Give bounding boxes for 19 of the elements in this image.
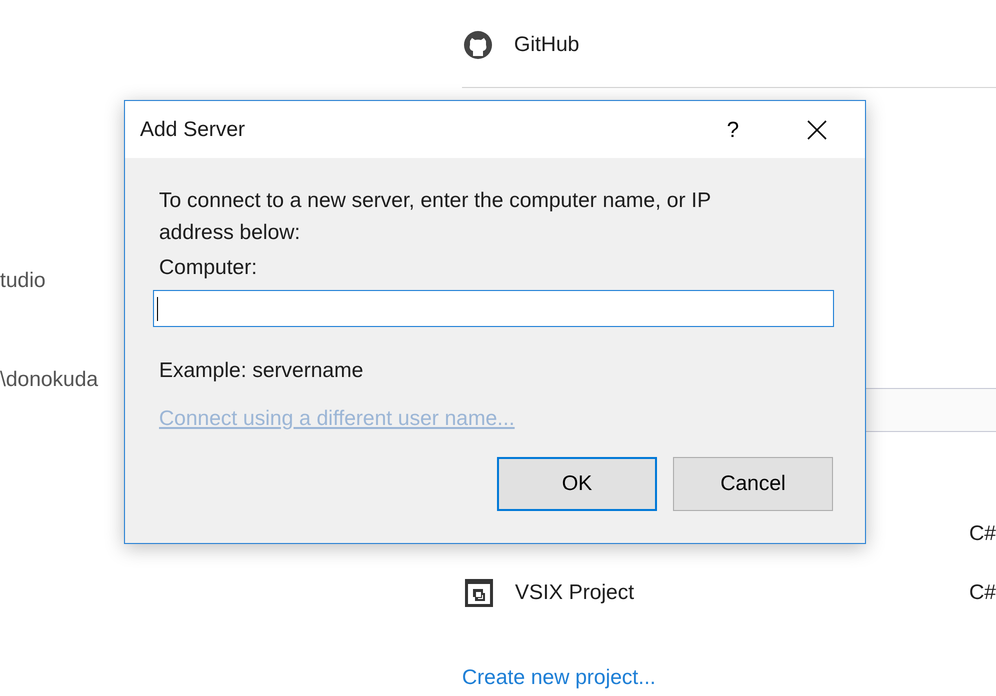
project-name[interactable]: VSIX Project <box>515 581 634 605</box>
field-label: Computer: <box>159 255 258 281</box>
dialog-message: To connect to a new server, enter the computer name, or IP address below: <box>159 188 712 246</box>
close-button[interactable] <box>807 120 827 140</box>
computer-field[interactable] <box>153 290 834 327</box>
path-text: \donokuda <box>0 367 98 393</box>
dialog-title: Add Server <box>140 118 246 142</box>
path-text: tudio <box>0 268 46 294</box>
help-button[interactable]: ? <box>720 116 745 142</box>
project-language: C# <box>969 581 996 605</box>
window-icon <box>464 578 494 608</box>
logo-icon <box>463 30 493 60</box>
example-text: Example: servername <box>159 358 364 384</box>
cancel-button[interactable]: Cancel <box>673 457 833 511</box>
text-cursor <box>157 297 158 321</box>
github-label[interactable]: GitHub <box>514 33 580 57</box>
ok-button[interactable]: OK <box>497 457 657 511</box>
create-project-link[interactable]: Create new project... <box>462 663 656 693</box>
project-language: C# <box>969 522 996 546</box>
